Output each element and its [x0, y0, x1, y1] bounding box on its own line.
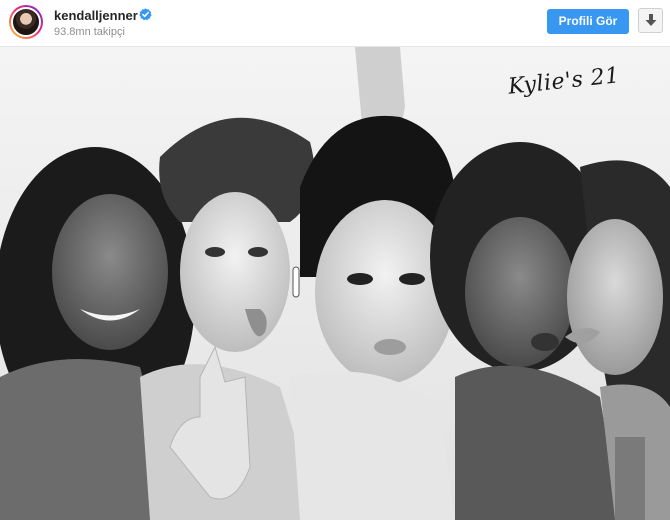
follower-count: 93.8mn takipçi [54, 26, 125, 38]
post-photo[interactable]: Kylie's 21 [0, 47, 670, 520]
download-arrow-icon [645, 14, 657, 26]
profile-avatar[interactable] [9, 5, 43, 39]
avatar-image [11, 7, 41, 37]
download-button[interactable] [638, 8, 663, 33]
view-profile-button[interactable]: Profili Gör [547, 9, 629, 34]
post-header: kendalljenner 93.8mn takipçi Profili Gör [0, 0, 670, 47]
instagram-post: kendalljenner 93.8mn takipçi Profili Gör [0, 0, 670, 520]
username-link[interactable]: kendalljenner [54, 8, 138, 23]
verified-badge-icon [139, 8, 152, 21]
photo-illustration [0, 47, 670, 520]
